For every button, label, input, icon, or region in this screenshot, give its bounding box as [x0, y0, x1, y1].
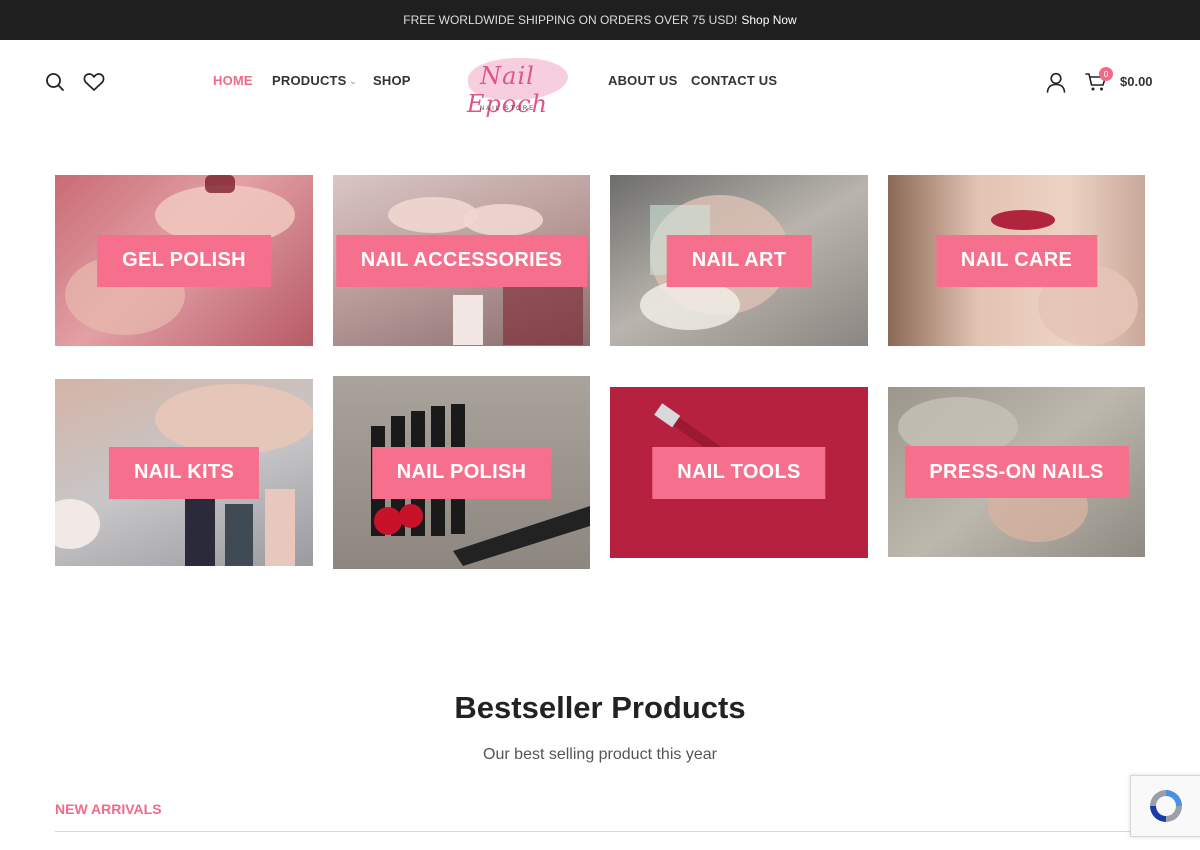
nav-contact-us[interactable]: CONTACT US — [691, 73, 777, 88]
tab-new-arrivals[interactable]: NEW ARRIVALS — [55, 801, 162, 817]
logo-subtitle: NAIL STORE — [479, 106, 536, 112]
heart-icon[interactable] — [82, 70, 106, 94]
nav-products[interactable]: PRODUCTS ⌄ — [272, 73, 356, 88]
category-label: NAIL POLISH — [371, 446, 552, 499]
cart-count-badge: 0 — [1099, 67, 1113, 81]
category-tile-nail-accessories[interactable]: NAIL ACCESSORIES — [333, 175, 590, 346]
site-header: HOME PRODUCTS ⌄ SHOP Nail Epoch NAIL STOR… — [0, 40, 1200, 124]
nav-products-label: PRODUCTS — [272, 73, 347, 88]
recaptcha-badge[interactable] — [1130, 775, 1200, 837]
category-label: NAIL CARE — [935, 234, 1098, 287]
category-label: NAIL TOOLS — [652, 446, 826, 499]
category-label: PRESS-ON NAILS — [904, 446, 1129, 498]
chevron-down-icon: ⌄ — [349, 77, 357, 87]
announcement-text: FREE WORLDWIDE SHIPPING ON ORDERS OVER 7… — [403, 13, 738, 27]
category-tile-nail-care[interactable]: NAIL CARE — [888, 175, 1145, 346]
tab-divider — [55, 831, 1145, 832]
category-label: NAIL KITS — [108, 446, 260, 499]
category-tile-nail-polish[interactable]: NAIL POLISH — [333, 376, 590, 569]
category-tile-nail-art[interactable]: NAIL ART — [610, 175, 868, 346]
cart-total[interactable]: $0.00 — [1120, 74, 1153, 89]
category-tile-press-on-nails[interactable]: PRESS-ON NAILS — [888, 387, 1145, 557]
user-icon[interactable] — [1044, 70, 1068, 94]
category-tile-gel-polish[interactable]: GEL POLISH — [55, 175, 313, 346]
announcement-bar: FREE WORLDWIDE SHIPPING ON ORDERS OVER 7… — [0, 0, 1200, 40]
category-tile-nail-tools[interactable]: NAIL TOOLS — [610, 387, 868, 558]
section-title: Bestseller Products — [454, 690, 746, 725]
nav-about-us[interactable]: ABOUT US — [608, 73, 678, 88]
recaptcha-icon — [1149, 790, 1182, 822]
category-label: NAIL ACCESSORIES — [335, 234, 588, 287]
category-label: NAIL ART — [666, 234, 812, 287]
shop-now-link[interactable]: Shop Now — [741, 13, 796, 27]
nav-shop[interactable]: SHOP — [373, 73, 411, 88]
category-tile-nail-kits[interactable]: NAIL KITS — [55, 379, 313, 566]
store-logo[interactable]: Nail Epoch NAIL STORE — [440, 48, 575, 120]
section-subtitle: Our best selling product this year — [483, 746, 717, 763]
category-label: GEL POLISH — [97, 234, 271, 287]
search-icon[interactable] — [43, 70, 67, 94]
nav-home[interactable]: HOME — [213, 73, 253, 88]
